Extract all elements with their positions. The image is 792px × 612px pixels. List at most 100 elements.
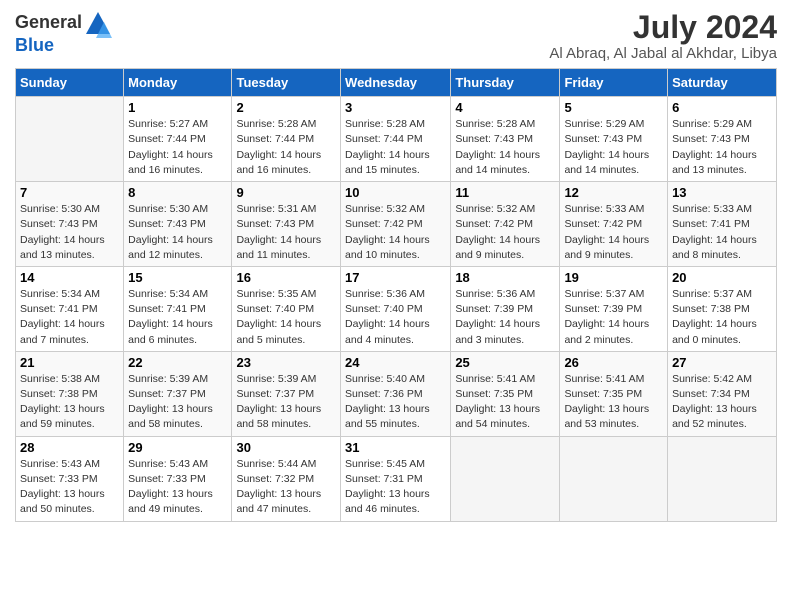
calendar-cell: 20Sunrise: 5:37 AM Sunset: 7:38 PM Dayli… [668,266,777,351]
day-number: 2 [236,100,336,115]
day-info: Sunrise: 5:35 AM Sunset: 7:40 PM Dayligh… [236,287,336,348]
calendar-cell: 30 Sunrise: 5:44 AM Sunset: 7:32 PM Dayli… [232,436,341,521]
logo-general: General [15,10,112,38]
day-number: 26 [564,355,663,370]
calendar-cell: 10 Sunrise: 5:32 AM Sunset: 7:42 PM Dayli… [341,182,451,267]
header-monday: Monday [124,69,232,97]
day-info: Sunrise: 5:36 AM Sunset: 7:40 PM Dayligh… [345,287,446,348]
day-number: 29 [128,440,227,455]
day-info: Sunrise: 5:45 AM Sunset: 7:31 PM Dayligh… [345,457,446,518]
day-number: 6 [672,100,772,115]
calendar-cell [560,436,668,521]
calendar-cell [16,97,124,182]
calendar-cell: 8Sunrise: 5:30 AM Sunset: 7:43 PM Daylig… [124,182,232,267]
day-info: Sunrise: 5:43 AM Sunset: 7:33 PM Dayligh… [128,457,227,518]
calendar-cell: 14Sunrise: 5:34 AM Sunset: 7:41 PM Dayli… [16,266,124,351]
calendar-cell: 12Sunrise: 5:33 AM Sunset: 7:42 PM Dayli… [560,182,668,267]
day-info: Sunrise: 5:31 AM Sunset: 7:43 PM Dayligh… [236,202,336,263]
week-row-4: 28 Sunrise: 5:43 AM Sunset: 7:33 PM Dayli… [16,436,777,521]
day-info: Sunrise: 5:28 AM Sunset: 7:44 PM Dayligh… [345,117,446,178]
day-info: Sunrise: 5:41 AM Sunset: 7:35 PM Dayligh… [564,372,663,433]
calendar-cell: 18Sunrise: 5:36 AM Sunset: 7:39 PM Dayli… [451,266,560,351]
calendar-cell: 9 Sunrise: 5:31 AM Sunset: 7:43 PM Daylig… [232,182,341,267]
day-number: 12 [564,185,663,200]
week-row-1: 7 Sunrise: 5:30 AM Sunset: 7:43 PM Daylig… [16,182,777,267]
header-row: SundayMondayTuesdayWednesdayThursdayFrid… [16,69,777,97]
day-info: Sunrise: 5:27 AM Sunset: 7:44 PM Dayligh… [128,117,227,178]
calendar-cell: 16 Sunrise: 5:35 AM Sunset: 7:40 PM Dayli… [232,266,341,351]
day-info: Sunrise: 5:40 AM Sunset: 7:36 PM Dayligh… [345,372,446,433]
day-number: 14 [20,270,119,285]
day-number: 27 [672,355,772,370]
day-number: 16 [236,270,336,285]
calendar-cell: 28 Sunrise: 5:43 AM Sunset: 7:33 PM Dayli… [16,436,124,521]
week-row-2: 14 Sunrise: 5:34 AM Sunset: 7:41 PM Dayli… [16,266,777,351]
calendar-cell [451,436,560,521]
day-info: Sunrise: 5:28 AM Sunset: 7:44 PM Dayligh… [236,117,336,178]
calendar-cell: 2 Sunrise: 5:28 AM Sunset: 7:44 PM Daylig… [232,97,341,182]
calendar-cell: 15 Sunrise: 5:34 AM Sunset: 7:41 PM Dayli… [124,266,232,351]
day-number: 21 [20,355,119,370]
day-number: 3 [345,100,446,115]
day-info: Sunrise: 5:38 AM Sunset: 7:38 PM Dayligh… [20,372,119,433]
day-number: 28 [20,440,119,455]
day-number: 9 [236,185,336,200]
header-tuesday: Tuesday [232,69,341,97]
calendar-cell: 1Sunrise: 5:27 AM Sunset: 7:44 PM Daylig… [124,97,232,182]
day-number: 7 [20,185,119,200]
title-area: July 2024 Al Abraq, Al Jabal al Akhdar, … [549,10,777,62]
day-info: Sunrise: 5:43 AM Sunset: 7:33 PM Dayligh… [20,457,119,518]
calendar-cell: 21 Sunrise: 5:38 AM Sunset: 7:38 PM Dayli… [16,351,124,436]
month-title: July 2024 [549,10,777,45]
day-number: 13 [672,185,772,200]
day-info: Sunrise: 5:37 AM Sunset: 7:38 PM Dayligh… [672,287,772,348]
day-info: Sunrise: 5:44 AM Sunset: 7:32 PM Dayligh… [236,457,336,518]
day-info: Sunrise: 5:29 AM Sunset: 7:43 PM Dayligh… [672,117,772,178]
header-sunday: Sunday [16,69,124,97]
header-saturday: Saturday [668,69,777,97]
day-info: Sunrise: 5:30 AM Sunset: 7:43 PM Dayligh… [20,202,119,263]
day-number: 19 [564,270,663,285]
calendar-cell: 19 Sunrise: 5:37 AM Sunset: 7:39 PM Dayli… [560,266,668,351]
calendar-cell: 26 Sunrise: 5:41 AM Sunset: 7:35 PM Dayli… [560,351,668,436]
day-number: 30 [236,440,336,455]
header-thursday: Thursday [451,69,560,97]
logo-blue: Blue [15,36,112,56]
calendar-cell: 17Sunrise: 5:36 AM Sunset: 7:40 PM Dayli… [341,266,451,351]
calendar-cell: 25 Sunrise: 5:41 AM Sunset: 7:35 PM Dayli… [451,351,560,436]
day-number: 5 [564,100,663,115]
day-info: Sunrise: 5:42 AM Sunset: 7:34 PM Dayligh… [672,372,772,433]
calendar-cell: 29 Sunrise: 5:43 AM Sunset: 7:33 PM Dayli… [124,436,232,521]
calendar-cell: 13 Sunrise: 5:33 AM Sunset: 7:41 PM Dayli… [668,182,777,267]
day-info: Sunrise: 5:32 AM Sunset: 7:42 PM Dayligh… [455,202,555,263]
page-container: General Blue July 2024 Al Abraq, Al Jaba… [0,0,792,532]
day-info: Sunrise: 5:41 AM Sunset: 7:35 PM Dayligh… [455,372,555,433]
day-number: 15 [128,270,227,285]
calendar-cell: 5 Sunrise: 5:29 AM Sunset: 7:43 PM Daylig… [560,97,668,182]
day-number: 24 [345,355,446,370]
header: General Blue July 2024 Al Abraq, Al Jaba… [15,10,777,62]
logo: General Blue [15,10,112,56]
calendar-cell: 31 Sunrise: 5:45 AM Sunset: 7:31 PM Dayli… [341,436,451,521]
day-info: Sunrise: 5:37 AM Sunset: 7:39 PM Dayligh… [564,287,663,348]
day-info: Sunrise: 5:33 AM Sunset: 7:41 PM Dayligh… [672,202,772,263]
day-info: Sunrise: 5:34 AM Sunset: 7:41 PM Dayligh… [128,287,227,348]
header-friday: Friday [560,69,668,97]
day-number: 10 [345,185,446,200]
day-info: Sunrise: 5:29 AM Sunset: 7:43 PM Dayligh… [564,117,663,178]
day-info: Sunrise: 5:39 AM Sunset: 7:37 PM Dayligh… [236,372,336,433]
day-number: 4 [455,100,555,115]
calendar-cell: 6 Sunrise: 5:29 AM Sunset: 7:43 PM Daylig… [668,97,777,182]
calendar-cell: 7 Sunrise: 5:30 AM Sunset: 7:43 PM Daylig… [16,182,124,267]
day-number: 18 [455,270,555,285]
calendar-cell: 3 Sunrise: 5:28 AM Sunset: 7:44 PM Daylig… [341,97,451,182]
day-number: 25 [455,355,555,370]
day-info: Sunrise: 5:32 AM Sunset: 7:42 PM Dayligh… [345,202,446,263]
day-number: 31 [345,440,446,455]
calendar-cell: 22 Sunrise: 5:39 AM Sunset: 7:37 PM Dayli… [124,351,232,436]
day-number: 22 [128,355,227,370]
day-number: 23 [236,355,336,370]
calendar-cell: 4 Sunrise: 5:28 AM Sunset: 7:43 PM Daylig… [451,97,560,182]
day-info: Sunrise: 5:39 AM Sunset: 7:37 PM Dayligh… [128,372,227,433]
day-info: Sunrise: 5:28 AM Sunset: 7:43 PM Dayligh… [455,117,555,178]
